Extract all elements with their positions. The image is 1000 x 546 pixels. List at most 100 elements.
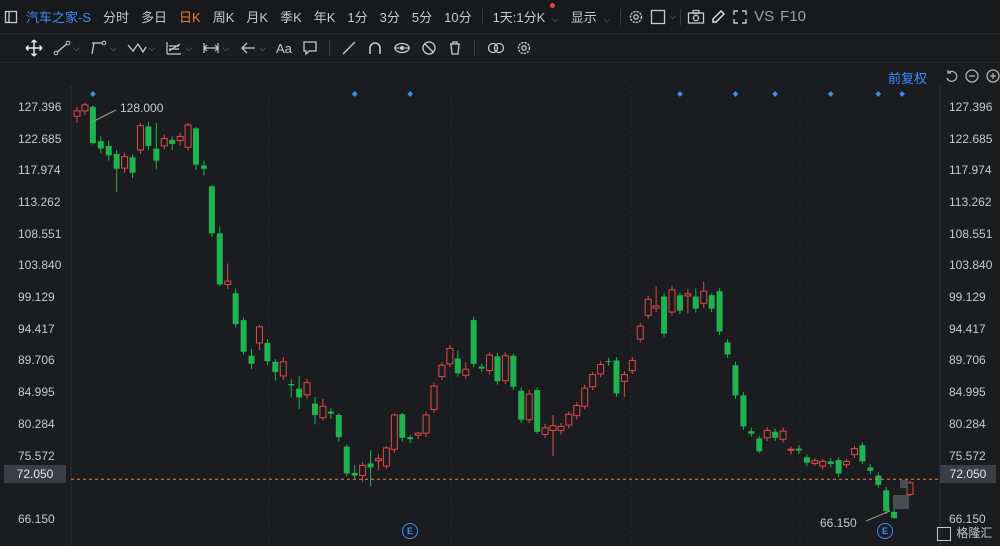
candle-body[interactable] (811, 460, 819, 464)
candle-body[interactable] (740, 395, 747, 427)
event-marker[interactable] (351, 91, 358, 97)
candle-body[interactable] (772, 431, 779, 438)
candle-body[interactable] (232, 293, 239, 325)
candle-body[interactable] (382, 447, 390, 467)
candle-body[interactable] (620, 374, 628, 382)
candle-body[interactable] (121, 156, 129, 169)
candle-body[interactable] (763, 429, 771, 439)
candle-body[interactable] (327, 411, 334, 414)
candle-body[interactable] (255, 326, 263, 344)
candle-body[interactable] (779, 430, 787, 440)
candle-body[interactable] (859, 445, 866, 462)
candle-body[interactable] (636, 325, 644, 340)
earnings-event-icon[interactable]: E (877, 523, 893, 539)
candle-body[interactable] (557, 425, 565, 431)
candle-body[interactable] (422, 414, 430, 434)
candle-body[interactable] (510, 355, 517, 387)
candle-body[interactable] (240, 320, 247, 352)
candle-body[interactable] (700, 290, 708, 304)
candle-body[interactable] (193, 128, 199, 165)
event-marker[interactable] (677, 91, 683, 97)
candle-body[interactable] (105, 145, 112, 156)
candle-body[interactable] (827, 461, 834, 465)
candle-body[interactable] (676, 295, 683, 311)
candle-body[interactable] (208, 186, 215, 234)
candle-body[interactable] (501, 355, 509, 382)
candle-body[interactable] (795, 448, 802, 451)
candle-body[interactable] (644, 298, 652, 316)
candle-body[interactable] (430, 385, 438, 411)
candle-body[interactable] (541, 427, 549, 435)
candle-body[interactable] (81, 104, 89, 112)
event-marker[interactable] (732, 91, 739, 97)
candle-body[interactable] (374, 458, 382, 462)
candle-body[interactable] (597, 364, 605, 375)
candle-body[interactable] (486, 354, 494, 372)
candle-body[interactable] (407, 437, 414, 440)
candle-body[interactable] (661, 296, 668, 334)
candle-body[interactable] (748, 431, 755, 434)
candle-body[interactable] (73, 110, 81, 117)
candle-body[interactable] (169, 139, 176, 144)
candle-body[interactable] (279, 361, 287, 377)
candle-body[interactable] (264, 342, 271, 362)
candle-body[interactable] (351, 472, 358, 476)
candle-body[interactable] (272, 361, 279, 372)
candle-body[interactable] (312, 403, 318, 415)
candle-body[interactable] (684, 293, 692, 297)
candle-body[interactable] (136, 125, 144, 151)
candle-body[interactable] (216, 233, 223, 285)
event-marker[interactable] (90, 91, 96, 97)
event-marker[interactable] (899, 91, 905, 97)
candle-body[interactable] (176, 135, 184, 141)
candle-body[interactable] (724, 342, 731, 355)
candle-body[interactable] (454, 358, 461, 374)
candlestick-chart[interactable] (0, 0, 1000, 546)
candle-body[interactable] (296, 388, 303, 398)
candle-body[interactable] (692, 296, 699, 309)
candle-body[interactable] (414, 432, 422, 436)
candle-body[interactable] (335, 414, 342, 438)
candle-body[interactable] (708, 295, 715, 309)
candle-body[interactable] (200, 165, 207, 169)
candle-body[interactable] (478, 366, 485, 369)
candle-body[interactable] (883, 490, 890, 512)
candle-body[interactable] (248, 355, 255, 364)
candle-body[interactable] (534, 390, 541, 432)
candle-body[interactable] (359, 464, 367, 477)
candle-body[interactable] (446, 347, 454, 365)
candle-body[interactable] (668, 289, 676, 313)
candle-body[interactable] (153, 148, 160, 161)
candle-body[interactable] (850, 448, 858, 456)
candle-body[interactable] (89, 106, 96, 144)
candle-body[interactable] (319, 405, 327, 419)
event-marker[interactable] (875, 91, 882, 97)
candle-body[interactable] (581, 387, 589, 407)
candle-body[interactable] (843, 460, 851, 466)
candle-body[interactable] (732, 365, 739, 396)
candle-body[interactable] (288, 384, 295, 386)
candle-body[interactable] (787, 448, 795, 451)
candle-body[interactable] (589, 374, 597, 388)
candle-body[interactable] (525, 393, 533, 421)
candle-body[interactable] (470, 320, 477, 364)
candle-body[interactable] (145, 126, 152, 146)
candle-body[interactable] (494, 356, 501, 382)
candle-body[interactable] (390, 414, 398, 450)
candle-body[interactable] (835, 460, 842, 474)
candle-body[interactable] (716, 291, 723, 332)
candle-body[interactable] (613, 360, 620, 394)
candle-body[interactable] (652, 305, 660, 309)
candle-body[interactable] (184, 124, 192, 148)
event-marker[interactable] (407, 91, 414, 97)
candle-body[interactable] (518, 390, 525, 420)
candle-body[interactable] (605, 361, 612, 363)
candle-body[interactable] (819, 460, 827, 467)
candle-body[interactable] (573, 405, 581, 417)
candle-body[interactable] (867, 467, 874, 471)
event-marker[interactable] (772, 91, 778, 97)
candle-body[interactable] (113, 153, 120, 169)
candle-body[interactable] (565, 413, 573, 426)
candle-body[interactable] (367, 463, 374, 468)
candle-body[interactable] (303, 382, 311, 396)
